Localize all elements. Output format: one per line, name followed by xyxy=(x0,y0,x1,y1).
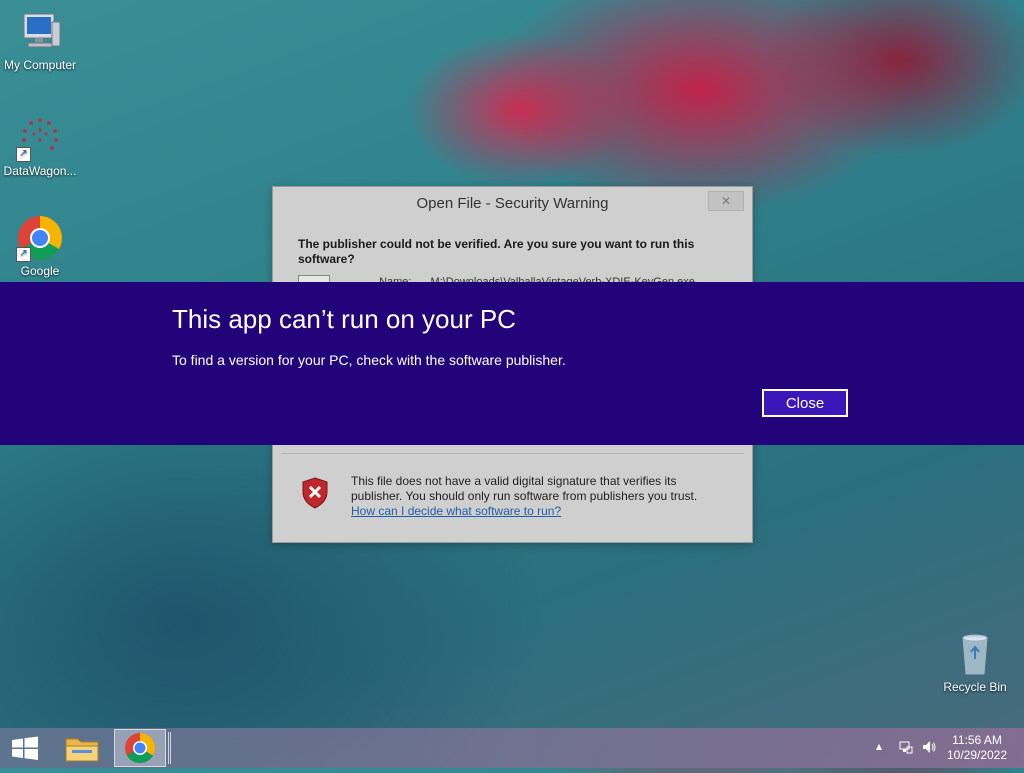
taskbar-chrome[interactable] xyxy=(114,729,166,767)
banner-message: To find a version for your PC, check wit… xyxy=(172,352,566,368)
warning-text: This file does not have a valid digital … xyxy=(351,474,731,519)
folder-icon xyxy=(65,738,99,762)
shortcut-arrow-icon: ↗ xyxy=(16,147,31,162)
taskbar: ▴ 11:56 AM 10/29/2022 xyxy=(0,728,1024,768)
desktop-icon-my-computer[interactable]: My Computer xyxy=(0,8,80,72)
dialog-close-button[interactable]: ✕ xyxy=(708,191,744,211)
start-button[interactable] xyxy=(0,728,50,768)
taskbar-clock[interactable]: 11:56 AM 10/29/2022 xyxy=(942,733,1012,763)
app-cant-run-banner: This app can’t run on your PC To find a … xyxy=(0,282,1024,445)
desktop-icon-label: My Computer xyxy=(3,58,77,72)
dialog-title: Open File - Security Warning xyxy=(416,195,609,212)
clock-date: 10/29/2022 xyxy=(946,748,1008,762)
shortcut-arrow-icon: ↗ xyxy=(16,247,31,262)
divider xyxy=(281,453,744,454)
taskbar-file-explorer[interactable] xyxy=(56,729,108,767)
clock-time: 11:56 AM xyxy=(952,733,1002,747)
desktop-icon-recycle-bin[interactable]: Recycle Bin xyxy=(935,630,1015,694)
datawagon-icon: ↗ xyxy=(16,114,64,162)
close-button[interactable]: Close xyxy=(762,389,848,417)
tray-overflow-chevron-icon[interactable]: ▴ xyxy=(876,739,882,753)
computer-icon xyxy=(16,8,64,56)
warning-message: This file does not have a valid digital … xyxy=(351,474,698,503)
windows-logo-icon xyxy=(12,736,38,760)
chrome-icon xyxy=(125,733,156,764)
recycle-bin-icon xyxy=(951,630,999,678)
help-link[interactable]: How can I decide what software to run? xyxy=(351,504,731,519)
chrome-icon: ↗ xyxy=(16,214,64,262)
network-icon[interactable] xyxy=(898,739,914,758)
desktop-icon-datawagon[interactable]: ↗ DataWagon... xyxy=(0,114,80,178)
desktop-icon-label: Recycle Bin xyxy=(943,680,1007,694)
desktop-icon-label: Google xyxy=(20,264,60,278)
desktop-icon-google[interactable]: ↗ Google xyxy=(0,214,80,278)
taskbar-separator xyxy=(168,732,171,764)
volume-icon[interactable] xyxy=(921,739,937,758)
shield-error-icon xyxy=(301,477,329,509)
desktop-icon-label: DataWagon... xyxy=(3,164,77,178)
dialog-heading: The publisher could not be verified. Are… xyxy=(298,237,695,266)
banner-title: This app can’t run on your PC xyxy=(172,304,516,334)
